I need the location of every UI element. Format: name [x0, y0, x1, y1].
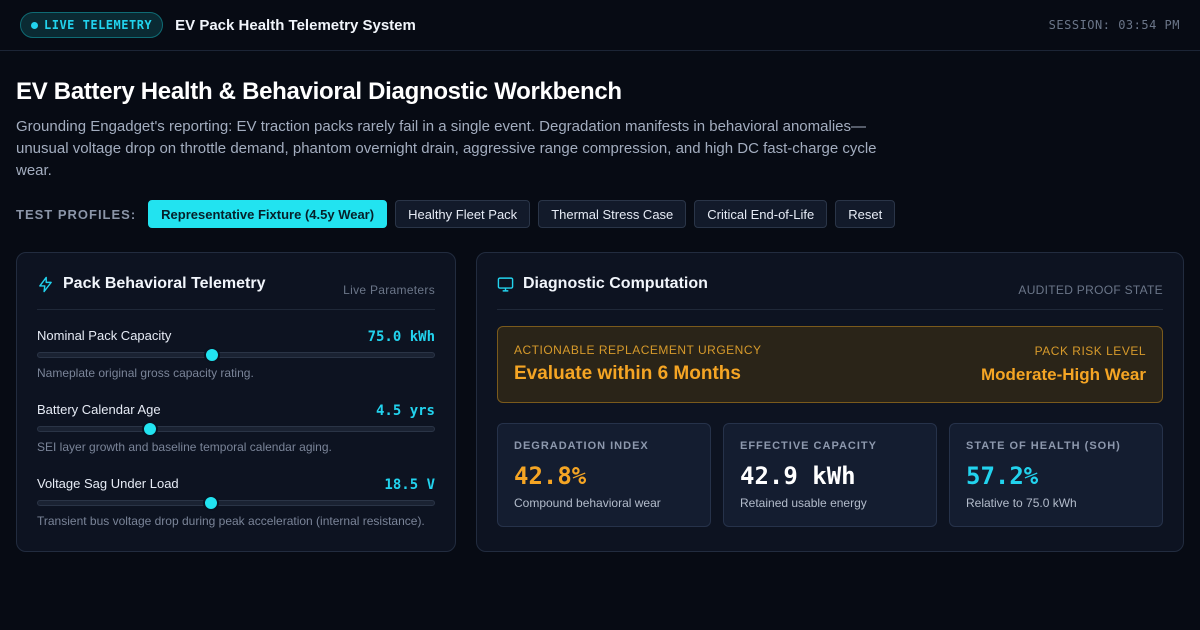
- test-profiles-label: TEST PROFILES:: [16, 206, 137, 222]
- metric-value: 42.9 kWh: [740, 462, 856, 490]
- live-status-dot-icon: [31, 21, 38, 29]
- param-label: Voltage Sag Under Load: [37, 476, 179, 491]
- telemetry-panel: Pack Behavioral Telemetry Live Parameter…: [16, 252, 456, 552]
- metric-description: Retained usable energy: [740, 496, 867, 510]
- replacement-urgency-card: ACTIONABLE REPLACEMENT URGENCY Evaluate …: [497, 326, 1163, 403]
- profile-critical-eol-button[interactable]: Critical End-of-Life: [694, 200, 828, 228]
- telemetry-panel-title: Pack Behavioral Telemetry: [63, 275, 266, 292]
- param-label: Battery Calendar Age: [37, 402, 161, 417]
- metric-value: 57.2%: [966, 462, 1039, 490]
- age-slider-thumb[interactable]: [142, 421, 159, 437]
- profile-thermal-stress-button[interactable]: Thermal Stress Case: [538, 200, 687, 228]
- system-title: EV Pack Health Telemetry System: [175, 16, 416, 34]
- reset-button[interactable]: Reset: [835, 200, 896, 228]
- metric-value: 42.8%: [514, 462, 587, 490]
- metric-state-of-health: STATE OF HEALTH (SOH) 57.2% Relative to …: [949, 423, 1163, 527]
- metric-effective-capacity: EFFECTIVE CAPACITY 42.9 kWh Retained usa…: [723, 423, 937, 527]
- param-value: 75.0 kWh: [367, 329, 435, 345]
- metric-label: STATE OF HEALTH (SOH): [966, 440, 1121, 452]
- metric-label: EFFECTIVE CAPACITY: [740, 440, 877, 452]
- live-telemetry-badge: LIVE TELEMETRY: [20, 12, 164, 38]
- param-label: Nominal Pack Capacity: [37, 328, 172, 343]
- param-description: SEI layer growth and baseline temporal c…: [37, 440, 332, 454]
- param-value: 4.5 yrs: [375, 403, 435, 419]
- test-profiles-bar: TEST PROFILES: Representative Fixture (4…: [16, 200, 903, 228]
- session-time: SESSION: 03:54 PM: [1048, 18, 1180, 32]
- risk-level-label: PACK RISK LEVEL: [1034, 344, 1146, 358]
- monitor-icon: [497, 276, 514, 292]
- voltage-slider-thumb[interactable]: [202, 495, 219, 511]
- diagnostic-panel-header: Diagnostic Computation AUDITED PROOF STA…: [497, 253, 1163, 310]
- param-description: Nameplate original gross capacity rating…: [37, 366, 254, 380]
- param-description: Transient bus voltage drop during peak a…: [37, 514, 425, 528]
- urgency-label: ACTIONABLE REPLACEMENT URGENCY: [514, 343, 762, 357]
- metric-degradation-index: DEGRADATION INDEX 42.8% Compound behavio…: [497, 423, 711, 527]
- metric-description: Compound behavioral wear: [514, 496, 661, 510]
- risk-level-value: Moderate-High Wear: [981, 365, 1146, 384]
- diagnostic-panel-title: Diagnostic Computation: [523, 275, 708, 292]
- lightning-icon: [39, 276, 52, 292]
- telemetry-panel-header: Pack Behavioral Telemetry Live Parameter…: [37, 253, 435, 310]
- diagnostic-panel: Diagnostic Computation AUDITED PROOF STA…: [476, 252, 1184, 552]
- profile-healthy-fleet-button[interactable]: Healthy Fleet Pack: [395, 200, 531, 228]
- metric-description: Relative to 75.0 kWh: [966, 496, 1077, 510]
- capacity-slider-track[interactable]: [37, 352, 435, 358]
- diagnostic-panel-subtitle: AUDITED PROOF STATE: [1018, 283, 1163, 297]
- top-bar: LIVE TELEMETRY EV Pack Health Telemetry …: [0, 0, 1200, 51]
- page-title: EV Battery Health & Behavioral Diagnosti…: [16, 78, 622, 105]
- profile-representative-fixture-button[interactable]: Representative Fixture (4.5y Wear): [148, 200, 388, 228]
- metric-label: DEGRADATION INDEX: [514, 440, 649, 452]
- page-description: Grounding Engadget's reporting: EV tract…: [16, 118, 877, 179]
- urgency-value: Evaluate within 6 Months: [514, 363, 741, 384]
- param-value: 18.5 V: [384, 477, 435, 493]
- live-badge-label: LIVE TELEMETRY: [44, 18, 153, 32]
- voltage-slider-track[interactable]: [37, 500, 435, 506]
- capacity-slider-thumb[interactable]: [204, 347, 221, 363]
- telemetry-panel-subtitle: Live Parameters: [343, 283, 435, 297]
- age-slider-track[interactable]: [37, 426, 435, 432]
